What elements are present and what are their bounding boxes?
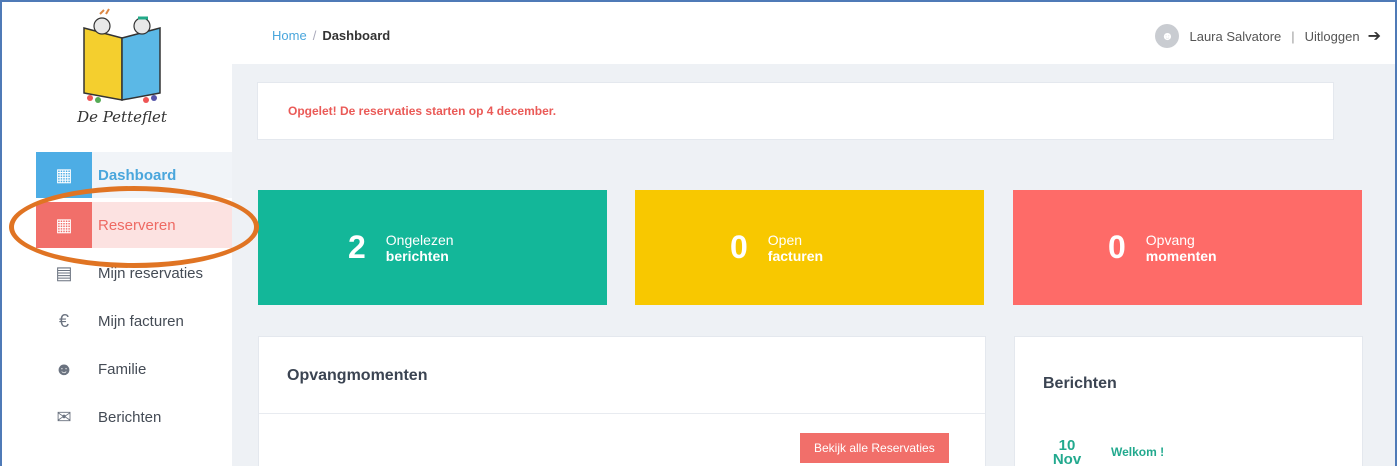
avatar[interactable]: ☻	[1155, 24, 1180, 48]
card-title: Berichten	[1043, 375, 1117, 392]
user-menu: ☻ Laura Salvatore | Uitloggen ➔	[1155, 24, 1381, 48]
alert-banner: Opgelet! De reservaties starten op 4 dec…	[257, 82, 1334, 140]
sidebar-item-berichten[interactable]: ✉ Berichten	[36, 394, 232, 440]
family-icon: ☻	[54, 358, 74, 379]
stat-label: Ongelezen berichten	[386, 232, 454, 264]
sidebar-item-label: Dashboard	[98, 166, 177, 184]
message-month: Nov	[1052, 451, 1082, 466]
mail-icon: ✉	[56, 406, 72, 427]
stat-open-invoices[interactable]: 0 Open facturen	[635, 190, 984, 305]
breadcrumb-separator: /	[312, 28, 317, 43]
stat-unread-messages[interactable]: 2 Ongelezen berichten	[258, 190, 607, 305]
breadcrumb: Home / Dashboard	[272, 28, 390, 43]
user-divider: |	[1291, 28, 1295, 44]
stat-value: 0	[1108, 229, 1126, 265]
euro-icon: €	[58, 310, 69, 331]
stat-label-line2: momenten	[1145, 247, 1217, 264]
stat-label-line2: facturen	[767, 247, 824, 264]
card-divider	[259, 413, 985, 414]
sidebar-item-familie[interactable]: ☻ Familie	[36, 346, 232, 392]
breadcrumb-home-link[interactable]: Home	[272, 28, 307, 43]
stat-label: Open facturen	[768, 232, 823, 264]
stat-label-line1: Open	[767, 231, 803, 248]
sidebar-item-label: Berichten	[98, 408, 162, 426]
annotation-ellipse	[9, 186, 259, 268]
logout-icon[interactable]: ➔	[1368, 26, 1381, 46]
stat-value: 2	[348, 229, 366, 265]
message-date: 10 Nov	[1047, 438, 1087, 466]
stat-label: Opvang momenten	[1146, 232, 1217, 264]
card-title: Opvangmomenten	[287, 367, 428, 384]
stat-care-moments[interactable]: 0 Opvang momenten	[1013, 190, 1362, 305]
breadcrumb-current: Dashboard	[322, 28, 391, 43]
book-logo-icon	[83, 8, 161, 103]
logout-link[interactable]: Uitloggen	[1305, 29, 1360, 44]
stat-label-line1: Opvang	[1145, 231, 1195, 248]
brand-name: De Petteflet	[77, 108, 167, 126]
stat-label-line1: Ongelezen	[385, 231, 454, 248]
sidebar-item-label: Familie	[98, 360, 147, 378]
opvangmomenten-card: Opvangmomenten Bekijk alle Reservaties	[258, 336, 986, 466]
message-title[interactable]: Welkom !	[1111, 445, 1164, 459]
view-all-reservations-button[interactable]: Bekijk alle Reservaties	[800, 433, 949, 463]
berichten-card: Berichten 10 Nov Welkom !	[1014, 336, 1363, 466]
topbar: Home / Dashboard ☻ Laura Salvatore | Uitlo…	[232, 2, 1395, 64]
stat-value: 0	[730, 229, 748, 265]
main-content: Home / Dashboard ☻ Laura Salvatore | Uitlo…	[232, 2, 1395, 466]
sidebar-item-mijn-facturen[interactable]: € Mijn facturen	[36, 298, 232, 344]
logo: De Petteflet	[62, 8, 182, 138]
alert-text: Opgelet! De reservaties starten op 4 dec…	[288, 104, 557, 118]
user-name[interactable]: Laura Salvatore	[1189, 29, 1281, 44]
sidebar-item-label: Mijn facturen	[98, 312, 184, 330]
stat-label-line2: berichten	[385, 247, 449, 264]
